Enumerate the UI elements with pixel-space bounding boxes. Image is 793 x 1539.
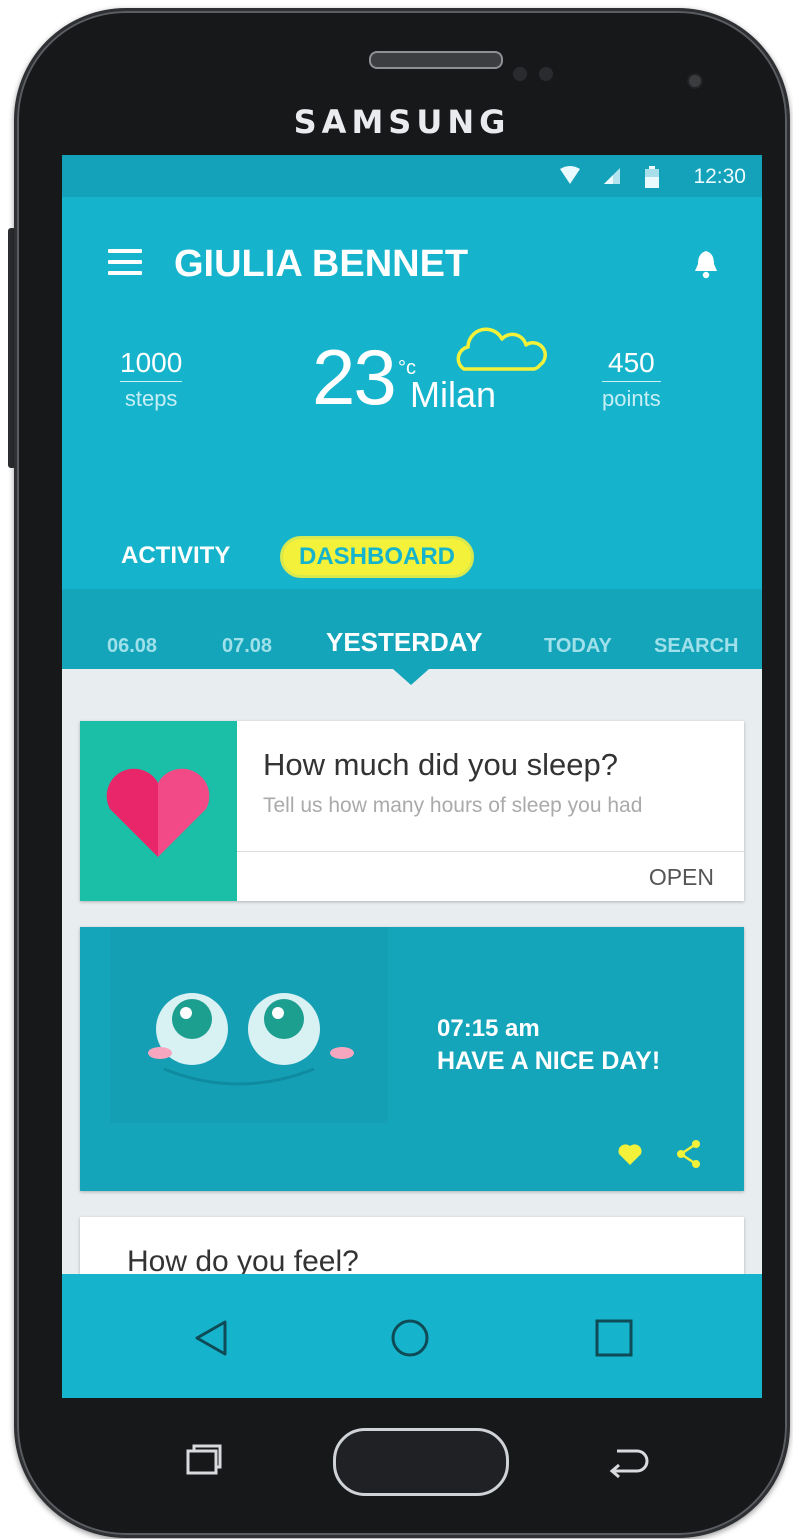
app-header: GIULIA BENNET 1000 steps 23 °c Milan 450…: [62, 197, 762, 589]
points-label: points: [602, 386, 661, 411]
steps-value: 1000: [120, 347, 183, 382]
date-tab-today[interactable]: TODAY: [544, 635, 612, 658]
hamburger-menu-icon[interactable]: [108, 249, 142, 275]
steps-stat: 1000 steps: [120, 347, 183, 412]
card-feed: How much did you sleep? Tell us how many…: [62, 669, 762, 1297]
sleep-card[interactable]: How much did you sleep? Tell us how many…: [80, 721, 744, 901]
back-icon[interactable]: [607, 1445, 651, 1484]
date-tab-search[interactable]: SEARCH: [654, 635, 738, 658]
user-name: GIULIA BENNET: [174, 243, 469, 285]
heart-icon[interactable]: [616, 1142, 644, 1166]
temperature-value: 23: [312, 333, 397, 421]
light-sensor: [539, 67, 553, 81]
greeting-card: 07:15 am HAVE A NICE DAY!: [80, 927, 744, 1191]
front-camera: [687, 73, 703, 89]
bell-icon[interactable]: [692, 249, 720, 279]
date-tab-yesterday[interactable]: YESTERDAY: [326, 627, 483, 658]
selected-date-indicator: [393, 669, 429, 685]
heart-tile: [80, 721, 237, 901]
back-icon[interactable]: [194, 1319, 228, 1357]
system-nav-bar: [62, 1274, 762, 1398]
earpiece-speaker: [369, 51, 503, 69]
phone-screen: 12:30 GIULIA BENNET 1000 steps 23 °c Mil…: [62, 155, 762, 1398]
steps-label: steps: [124, 386, 178, 411]
card-divider: [237, 851, 744, 852]
date-tab-06-08[interactable]: 06.08: [107, 635, 157, 658]
home-button[interactable]: [333, 1428, 509, 1496]
signal-icon: [604, 168, 620, 184]
date-tab-bar: 06.08 07.08 YESTERDAY TODAY SEARCH: [62, 589, 762, 669]
status-bar: 12:30: [62, 155, 762, 197]
battery-icon: [645, 166, 659, 188]
weather-city: Milan: [410, 374, 497, 415]
points-value: 450: [602, 347, 661, 382]
wifi-icon: [560, 166, 580, 184]
status-time: 12:30: [693, 165, 746, 188]
date-tab-07-08[interactable]: 07.08: [222, 635, 272, 658]
open-button[interactable]: OPEN: [649, 864, 714, 891]
home-icon[interactable]: [390, 1318, 430, 1358]
greeting-message: HAVE A NICE DAY!: [437, 1047, 661, 1075]
proximity-sensor: [513, 67, 527, 81]
sleep-card-subtitle: Tell us how many hours of sleep you had: [263, 794, 643, 817]
smiley-face-icon: [148, 993, 354, 1086]
tab-activity[interactable]: ACTIVITY: [121, 542, 230, 570]
heart-icon: [106, 768, 210, 857]
points-stat: 450 points: [602, 347, 661, 412]
recent-apps-icon[interactable]: [184, 1443, 224, 1482]
greeting-time: 07:15 am: [437, 1015, 540, 1042]
share-icon[interactable]: [676, 1139, 702, 1169]
recents-icon[interactable]: [595, 1319, 633, 1357]
brand-logo: SAMSUNG: [293, 103, 511, 141]
tab-dashboard[interactable]: DASHBOARD: [280, 536, 474, 578]
smiley-panel: [110, 927, 388, 1123]
cloud-icon: [456, 327, 547, 371]
sleep-card-title: How much did you sleep?: [263, 747, 618, 782]
